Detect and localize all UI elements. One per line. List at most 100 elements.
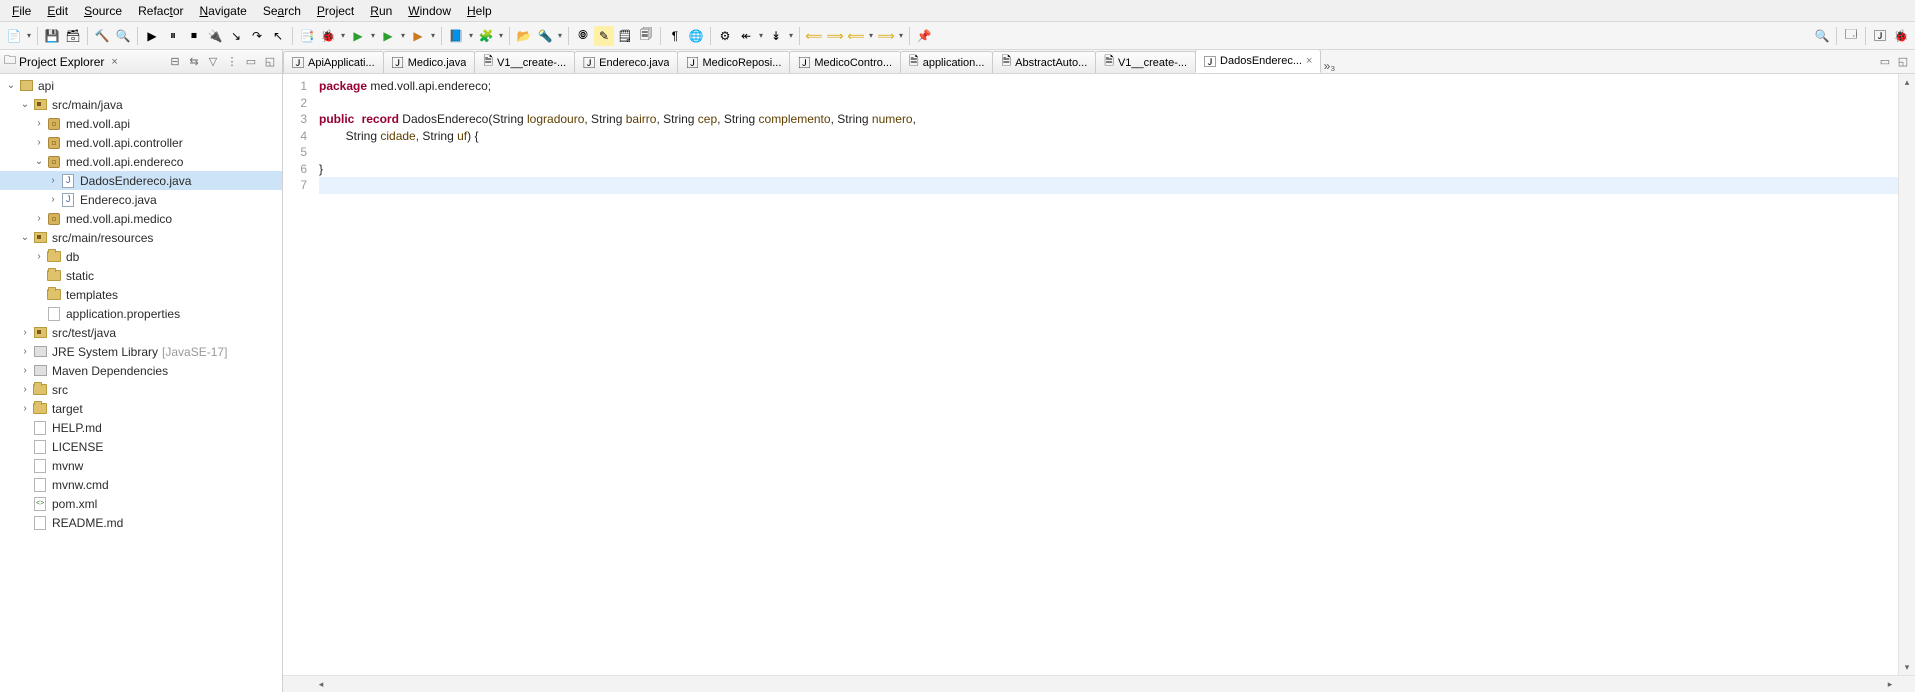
new-java-button[interactable]: 📘: [446, 26, 466, 46]
open-perspective-button[interactable]: 🗔: [1841, 26, 1861, 46]
toggle-mark-icon[interactable]: 📑: [297, 26, 317, 46]
tree-folder-static[interactable]: › static: [0, 266, 282, 285]
tab-overflow-button[interactable]: »₃: [1320, 59, 1338, 73]
tree-file-mvnwcmd[interactable]: › mvnw.cmd: [0, 475, 282, 494]
new-dropdown[interactable]: ▾: [25, 31, 33, 40]
quick-access-icon[interactable]: 🔍: [1812, 26, 1832, 46]
step-return-icon[interactable]: ↖: [268, 26, 288, 46]
link-editor-icon[interactable]: ⇆: [186, 54, 202, 70]
menu-help[interactable]: Help: [459, 2, 500, 20]
menu-edit[interactable]: Edit: [39, 2, 76, 20]
open-task-button[interactable]: 🞋: [573, 26, 593, 46]
new-plugin-dropdown[interactable]: ▾: [497, 31, 505, 40]
code-content[interactable]: package med.voll.api.endereco; public re…: [313, 74, 1898, 675]
menu-refactor[interactable]: Refactor: [130, 2, 191, 20]
tab-medicocontroller[interactable]: 🄹MedicoContro...: [789, 51, 901, 73]
tab-abstractauto[interactable]: 🗎AbstractAuto...: [992, 51, 1096, 73]
new-plugin-button[interactable]: 🧩: [476, 26, 496, 46]
new-java-dropdown[interactable]: ▾: [467, 31, 475, 40]
debug-perspective-button[interactable]: 🐞: [1891, 26, 1911, 46]
run-dropdown[interactable]: ▾: [369, 31, 377, 40]
debug-dropdown[interactable]: ▾: [339, 31, 347, 40]
tree-src-main-resources[interactable]: ⌄ src/main/resources: [0, 228, 282, 247]
menu-source[interactable]: Source: [76, 2, 130, 20]
tab-application[interactable]: 🗎application...: [900, 51, 993, 73]
tab-medico[interactable]: 🄹Medico.java: [383, 51, 476, 73]
code-editor[interactable]: 1 2 3 4 5 6 7 package med.voll.api.ender…: [283, 74, 1915, 675]
new-button[interactable]: 📄: [4, 26, 24, 46]
stop-icon[interactable]: ⏹: [184, 26, 204, 46]
tree-file-dadosendereco[interactable]: › DadosEndereco.java: [0, 171, 282, 190]
build-button[interactable]: 🔨: [92, 26, 112, 46]
fwd-button[interactable]: ⟹: [825, 26, 845, 46]
save-button[interactable]: 💾: [42, 26, 62, 46]
tree-pkg-endereco[interactable]: ⌄ med.voll.api.endereco: [0, 152, 282, 171]
minimize-view-icon[interactable]: ▭: [243, 54, 259, 70]
tree-project-root[interactable]: ⌄ api: [0, 76, 282, 95]
tree-folder-db[interactable]: › db: [0, 247, 282, 266]
tree-jre-library[interactable]: › JRE System Library [JavaSE-17]: [0, 342, 282, 361]
fwd2-button[interactable]: ⟹: [876, 26, 896, 46]
refresh-button[interactable]: 🗒: [615, 26, 635, 46]
coverage-button[interactable]: ▶: [378, 26, 398, 46]
menu-file[interactable]: File: [4, 2, 39, 20]
step-over-icon[interactable]: ↷: [247, 26, 267, 46]
filter-icon[interactable]: ▽: [205, 54, 221, 70]
tab-v1create2[interactable]: 🗎V1__create-...: [1095, 51, 1196, 73]
back-button[interactable]: ⟸: [804, 26, 824, 46]
prev-edit-button[interactable]: ↞: [736, 26, 756, 46]
tree-folder-src[interactable]: › src: [0, 380, 282, 399]
format-button[interactable]: ⚙: [715, 26, 735, 46]
pin-editor-button[interactable]: 📌: [914, 26, 934, 46]
toggle-highlight-button[interactable]: ✎: [594, 26, 614, 46]
project-tree[interactable]: ⌄ api ⌄ src/main/java › med.voll.api › m…: [0, 74, 282, 692]
tree-file-appprops[interactable]: › application.properties: [0, 304, 282, 323]
vertical-scrollbar[interactable]: ▴ ▾: [1898, 74, 1915, 675]
scroll-down-icon[interactable]: ▾: [1899, 659, 1915, 675]
pin-button[interactable]: ¶: [665, 26, 685, 46]
maximize-editor-icon[interactable]: ◱: [1895, 54, 1911, 70]
tree-file-pom[interactable]: › pom.xml: [0, 494, 282, 513]
tree-src-main-java[interactable]: ⌄ src/main/java: [0, 95, 282, 114]
menu-window[interactable]: Window: [400, 2, 459, 20]
collapse-all-icon[interactable]: ⊟: [167, 54, 183, 70]
menu-run[interactable]: Run: [362, 2, 400, 20]
tree-maven-deps[interactable]: › Maven Dependencies: [0, 361, 282, 380]
web-button[interactable]: 🌐: [686, 26, 706, 46]
back2-button[interactable]: ⟸: [846, 26, 866, 46]
run-last-dropdown[interactable]: ▾: [429, 31, 437, 40]
tree-folder-templates[interactable]: › templates: [0, 285, 282, 304]
prev-edit-dropdown[interactable]: ▾: [757, 31, 765, 40]
back2-dropdown[interactable]: ▾: [867, 31, 875, 40]
scroll-right-icon[interactable]: ▸: [1882, 676, 1898, 692]
next-ann-button[interactable]: ↡: [766, 26, 786, 46]
tab-v1create1[interactable]: 🗎V1__create-...: [474, 51, 575, 73]
menu-project[interactable]: Project: [309, 2, 362, 20]
view-menu-icon[interactable]: ⋮: [224, 54, 240, 70]
tree-pkg-medico[interactable]: › med.voll.api.medico: [0, 209, 282, 228]
next-ann-dropdown[interactable]: ▾: [787, 31, 795, 40]
open-type-button[interactable]: 📂: [514, 26, 534, 46]
java-perspective-button[interactable]: 🄹: [1870, 26, 1890, 46]
tree-pkg-controller[interactable]: › med.voll.api.controller: [0, 133, 282, 152]
toggle-button[interactable]: 🔍: [113, 26, 133, 46]
pause-icon[interactable]: ⏸: [163, 26, 183, 46]
search-dropdown[interactable]: ▾: [556, 31, 564, 40]
tab-medicorepo[interactable]: 🄹MedicoReposi...: [677, 51, 790, 73]
tree-file-endereco[interactable]: › Endereco.java: [0, 190, 282, 209]
horizontal-scrollbar[interactable]: ◂ ▸: [283, 675, 1915, 692]
tree-file-readme[interactable]: › README.md: [0, 513, 282, 532]
tab-close-button[interactable]: ×: [1306, 55, 1312, 67]
tab-endereco[interactable]: 🄹Endereco.java: [574, 51, 678, 73]
tree-file-license[interactable]: › LICENSE: [0, 437, 282, 456]
run-last-button[interactable]: ▶: [408, 26, 428, 46]
menu-search[interactable]: Search: [255, 2, 309, 20]
resume-icon[interactable]: ▶: [142, 26, 162, 46]
menu-navigate[interactable]: Navigate: [191, 2, 254, 20]
tree-pkg-api[interactable]: › med.voll.api: [0, 114, 282, 133]
minimize-editor-icon[interactable]: ▭: [1877, 54, 1893, 70]
coverage-dropdown[interactable]: ▾: [399, 31, 407, 40]
tree-folder-target[interactable]: › target: [0, 399, 282, 418]
search-button[interactable]: 🔦: [535, 26, 555, 46]
step-into-icon[interactable]: ↘: [226, 26, 246, 46]
